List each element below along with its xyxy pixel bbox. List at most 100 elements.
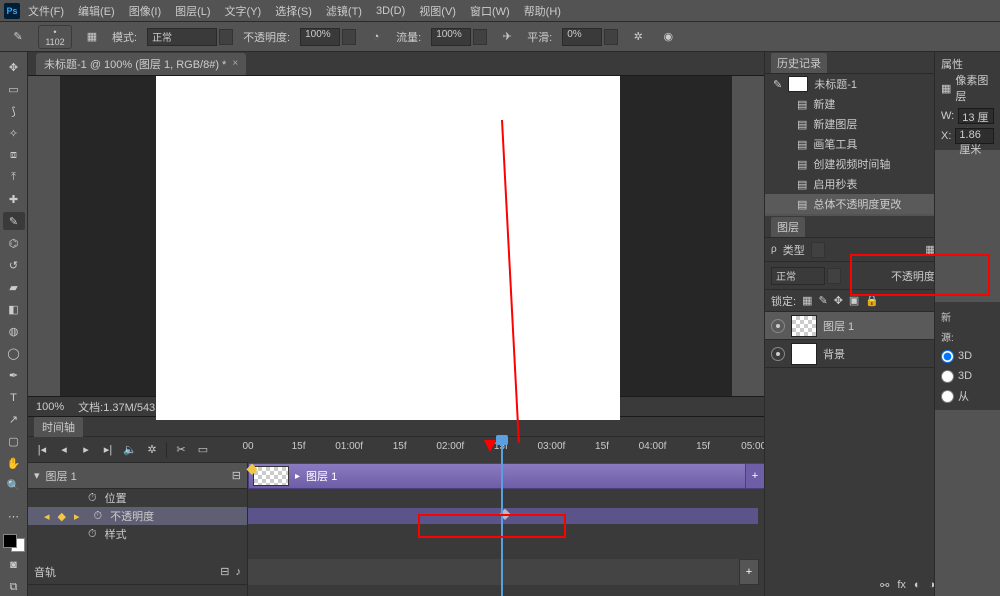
next-key-icon[interactable]: ▸: [74, 510, 80, 523]
visibility-toggle-icon[interactable]: [771, 347, 785, 361]
add-media-button[interactable]: +: [745, 463, 764, 489]
lock-transparent-icon[interactable]: ▦: [802, 294, 812, 307]
chevron-down-icon[interactable]: [827, 268, 841, 284]
dodge-tool-icon[interactable]: ◯: [3, 345, 25, 363]
audio-track-area[interactable]: +: [248, 559, 758, 585]
audio-options-icon[interactable]: ⊟: [220, 565, 229, 578]
type-tool-icon[interactable]: T: [3, 389, 25, 407]
smoothing-input[interactable]: 0%: [562, 28, 618, 46]
video-clip[interactable]: ▸ 图层 1: [248, 463, 758, 489]
fx-icon[interactable]: fx: [897, 579, 906, 591]
next-frame-icon[interactable]: ▸|: [100, 442, 116, 458]
pressure-size-icon[interactable]: ◉: [658, 27, 678, 47]
lasso-tool-icon[interactable]: ⟆: [3, 102, 25, 120]
eyedropper-tool-icon[interactable]: ⤒: [3, 168, 25, 186]
color-swatch[interactable]: [3, 534, 25, 552]
pressure-opacity-icon[interactable]: ◔: [366, 27, 386, 47]
mute-icon[interactable]: 🔈: [122, 442, 138, 458]
timeline-layer-row[interactable]: ▾ 图层 1 ⊟: [28, 463, 247, 489]
menu-3d[interactable]: 3D(D): [370, 3, 411, 19]
layers-tab[interactable]: 图层: [771, 217, 805, 237]
timeline-tab[interactable]: 时间轴: [34, 417, 83, 437]
visibility-toggle-icon[interactable]: [771, 319, 785, 333]
lock-position-icon[interactable]: ✥: [834, 294, 843, 307]
gradient-tool-icon[interactable]: ◧: [3, 301, 25, 319]
chevron-down-icon[interactable]: [219, 29, 233, 45]
menu-type[interactable]: 文字(Y): [219, 1, 268, 21]
menu-filter[interactable]: 滤镜(T): [320, 1, 368, 21]
chevron-down-icon[interactable]: [473, 29, 487, 45]
hand-tool-icon[interactable]: ✋: [3, 455, 25, 473]
properties-tab[interactable]: 属性: [941, 56, 994, 72]
layer-visibility-icon[interactable]: ⊟: [232, 469, 241, 482]
add-audio-button[interactable]: +: [739, 559, 759, 585]
stopwatch-icon[interactable]: ⏱: [88, 528, 97, 541]
layer-name[interactable]: 背景: [823, 346, 845, 362]
menu-select[interactable]: 选择(S): [269, 1, 318, 21]
quickmask-icon[interactable]: ◙: [3, 556, 25, 574]
play-icon[interactable]: ▸: [78, 442, 94, 458]
menu-window[interactable]: 窗口(W): [464, 1, 516, 21]
menu-file[interactable]: 文件(F): [22, 1, 70, 21]
prev-frame-icon[interactable]: ◂: [56, 442, 72, 458]
x-input[interactable]: 1.86 厘米: [955, 128, 994, 144]
history-tab[interactable]: 历史记录: [771, 53, 827, 73]
canvas-document[interactable]: [156, 76, 620, 420]
audio-track-row[interactable]: 音轨 ⊟ ♪: [28, 559, 247, 585]
screen-mode-icon[interactable]: ⧉: [3, 578, 25, 596]
chevron-down-icon[interactable]: [811, 242, 825, 258]
blend-mode-select[interactable]: 正常: [771, 267, 841, 285]
airbrush-icon[interactable]: ✈: [497, 27, 517, 47]
tl-prop-style[interactable]: ⏱ 样式: [28, 525, 247, 543]
chevron-down-icon[interactable]: [604, 29, 618, 45]
flow-input[interactable]: 100%: [431, 28, 487, 46]
3d-radio-3[interactable]: [941, 390, 954, 403]
blend-mode-select[interactable]: 正常: [147, 28, 233, 46]
marquee-tool-icon[interactable]: ▭: [3, 80, 25, 98]
menu-edit[interactable]: 编辑(E): [72, 1, 121, 21]
canvas-area[interactable]: [28, 76, 764, 396]
chevron-down-icon[interactable]: ▾: [34, 469, 40, 482]
first-frame-icon[interactable]: |◂: [34, 442, 50, 458]
tl-options-icon[interactable]: ✲: [144, 442, 160, 458]
transition-icon[interactable]: ▭: [195, 442, 211, 458]
stopwatch-icon[interactable]: ⏱: [88, 492, 97, 505]
keyframe-diamond-icon[interactable]: ◆: [58, 510, 66, 523]
link-layers-icon[interactable]: ⚯: [880, 579, 889, 592]
brush-panel-icon[interactable]: ▦: [82, 27, 102, 47]
w-input[interactable]: 13 厘米: [958, 108, 994, 124]
heal-tool-icon[interactable]: ✚: [3, 190, 25, 208]
mask-icon[interactable]: ◐: [914, 579, 921, 591]
3d-radio-1[interactable]: [941, 350, 954, 363]
tl-prop-opacity[interactable]: ◂ ◆ ▸ ⏱ 不透明度: [28, 507, 247, 525]
menu-help[interactable]: 帮助(H): [518, 1, 567, 21]
layer-thumbnail[interactable]: [791, 315, 817, 337]
zoom-tool-icon[interactable]: 🔍: [3, 477, 25, 495]
tl-prop-position[interactable]: ⏱ 位置: [28, 489, 247, 507]
tool-preset-icon[interactable]: ✎: [8, 27, 28, 47]
opacity-input[interactable]: 100%: [300, 28, 356, 46]
zoom-level[interactable]: 100%: [36, 401, 64, 413]
crop-tool-icon[interactable]: ⧈: [3, 146, 25, 164]
fg-color-swatch[interactable]: [3, 534, 17, 548]
path-tool-icon[interactable]: ↗: [3, 411, 25, 429]
document-tab[interactable]: 未标题-1 @ 100% (图层 1, RGB/8#) * ×: [36, 53, 246, 75]
move-tool-icon[interactable]: ✥: [3, 58, 25, 76]
menu-image[interactable]: 图像(I): [123, 1, 167, 21]
wand-tool-icon[interactable]: ✧: [3, 124, 25, 142]
chevron-down-icon[interactable]: [342, 29, 356, 45]
stopwatch-active-icon[interactable]: ⏱: [94, 510, 103, 523]
brush-preset-picker[interactable]: • 1102: [38, 25, 72, 49]
edit-toolbar-icon[interactable]: ⋯: [3, 508, 25, 526]
brush-tool-icon[interactable]: ✎: [3, 212, 25, 230]
menu-view[interactable]: 视图(V): [413, 1, 462, 21]
blur-tool-icon[interactable]: ◍: [3, 323, 25, 341]
history-brush-tool-icon[interactable]: ↺: [3, 256, 25, 274]
eraser-tool-icon[interactable]: ▰: [3, 278, 25, 296]
layer-thumbnail[interactable]: [791, 343, 817, 365]
split-clip-icon[interactable]: ✂: [173, 442, 189, 458]
shape-tool-icon[interactable]: ▢: [3, 433, 25, 451]
prev-key-icon[interactable]: ◂: [44, 510, 50, 523]
pen-tool-icon[interactable]: ✒: [3, 367, 25, 385]
3d-radio-2[interactable]: [941, 370, 954, 383]
